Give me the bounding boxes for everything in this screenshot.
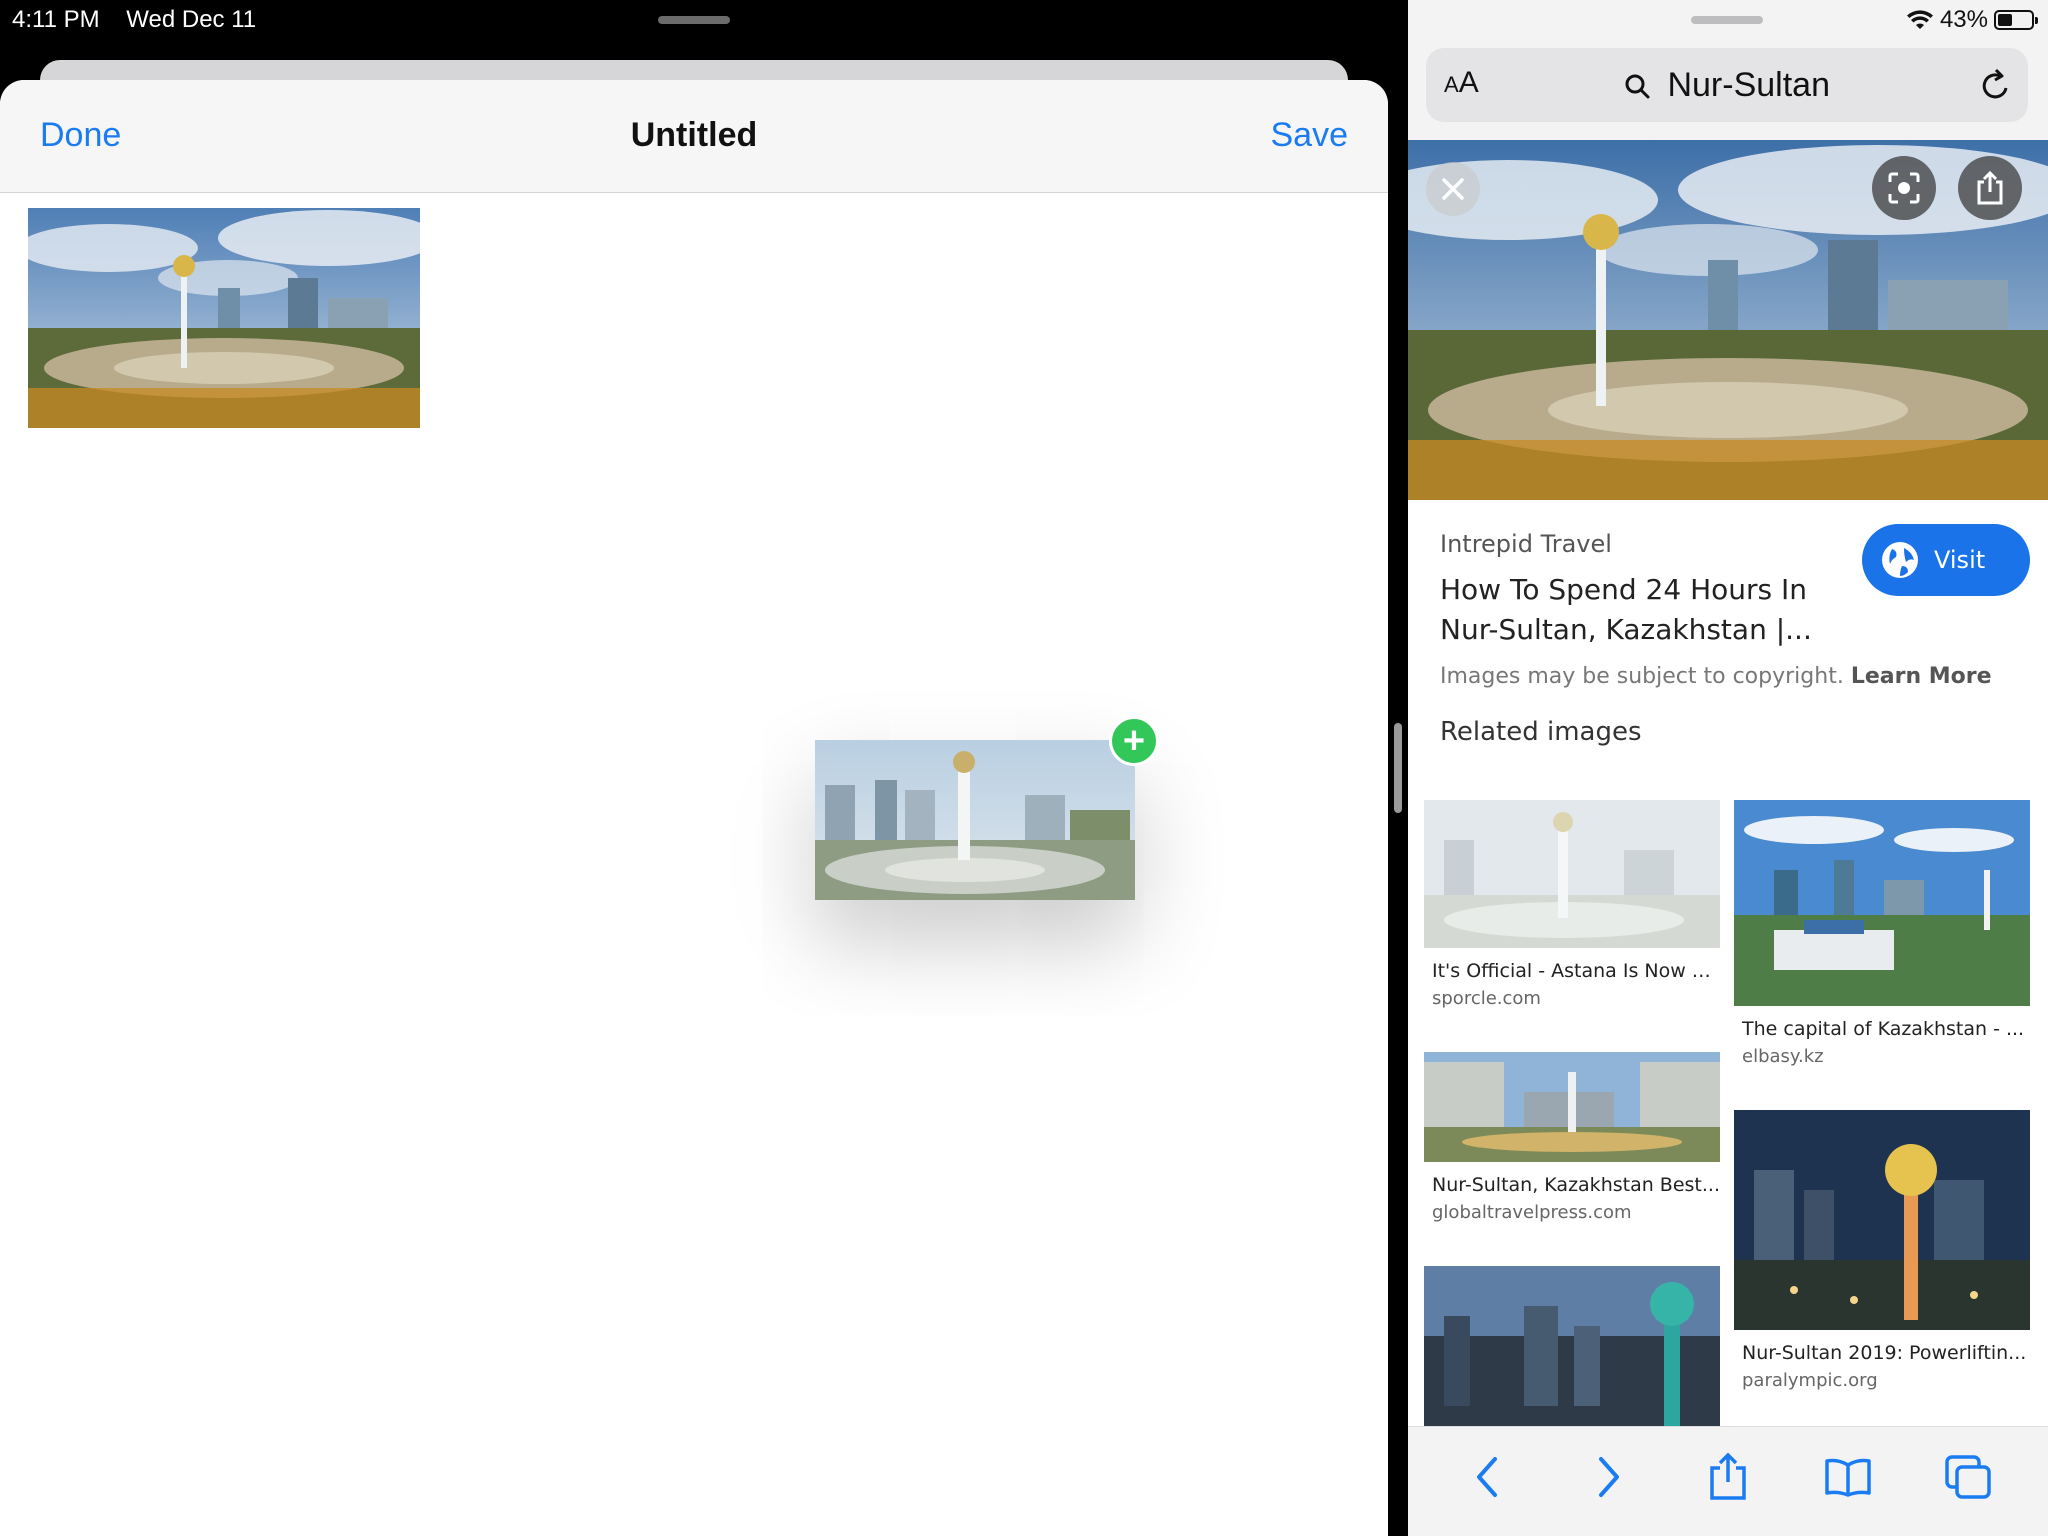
globe-icon	[1882, 542, 1918, 578]
related-item[interactable]: It's Official - Astana Is Now C... sporc…	[1424, 800, 1720, 1009]
bookmarks-button[interactable]	[1818, 1447, 1878, 1507]
share-button[interactable]	[1698, 1447, 1758, 1507]
related-caption: Nur-Sultan, Kazakhstan Best...	[1432, 1174, 1720, 1196]
copyright-notice: Images may be subject to copyright. Lear…	[1440, 664, 2030, 689]
chevron-left-icon	[1477, 1456, 1497, 1497]
url-text: Nur-Sultan	[1667, 66, 1830, 104]
related-caption: The capital of Kazakhstan - ...	[1742, 1018, 2025, 1040]
related-domain: paralympic.org	[1742, 1370, 1878, 1391]
battery-level	[1998, 14, 2012, 26]
copyright-text: Images may be subject to copyright.	[1440, 664, 1844, 689]
related-caption: Nur-Sultan 2019: Powerliftin...	[1742, 1342, 2027, 1364]
related-heading: Related images	[1440, 717, 1642, 747]
visit-button[interactable]: Visit	[1862, 524, 2030, 596]
page-title: Untitled	[630, 116, 758, 154]
reload-icon[interactable]	[1978, 64, 2014, 104]
related-thumbnail	[1424, 1052, 1720, 1162]
address-toolbar: AA Nur-Sultan	[1408, 40, 2048, 140]
reader-options-button[interactable]: AA	[1444, 66, 1479, 100]
chevron-right-icon	[1599, 1456, 1619, 1497]
result-headline[interactable]: How To Spend 24 Hours In Nur-Sultan, Kaz…	[1440, 570, 1840, 650]
related-item[interactable]	[1424, 1266, 1720, 1426]
status-date: Wed Dec 11	[126, 6, 257, 33]
close-icon	[1442, 178, 1464, 200]
done-button[interactable]: Done	[40, 116, 121, 155]
status-time: 4:11 PM	[12, 6, 100, 33]
battery-percent: 43%	[1939, 6, 1988, 33]
multitasking-handle-right[interactable]	[1691, 16, 1763, 24]
split-view-divider[interactable]	[1394, 723, 1402, 813]
lens-icon	[1888, 172, 1920, 204]
lens-button[interactable]	[1872, 156, 1936, 220]
address-bar[interactable]: AA Nur-Sultan	[1426, 48, 2028, 122]
related-thumbnail	[1734, 1110, 2030, 1330]
share-icon	[1977, 170, 2003, 205]
learn-more-link[interactable]: Learn More	[1851, 664, 1992, 689]
book-icon	[1825, 1458, 1871, 1497]
tabs-button[interactable]	[1938, 1447, 1998, 1507]
image-preview[interactable]	[1408, 140, 2048, 500]
sheet-nav-bar: Done Untitled Save	[0, 80, 1388, 193]
related-thumbnail	[1424, 1266, 1720, 1426]
back-button[interactable]	[1458, 1447, 1518, 1507]
forward-button[interactable]	[1578, 1447, 1638, 1507]
image-info: Intrepid Travel How To Spend 24 Hours In…	[1440, 524, 2030, 747]
related-domain: globaltravelpress.com	[1432, 1202, 1632, 1223]
status-bar-right: 43%	[1408, 0, 2048, 40]
safari-pane: 43% AA Nur-Sultan Intrepid Travel How To…	[1408, 0, 2048, 1536]
notes-pane: 4:11 PM Wed Dec 11 Done Untitled Save +	[0, 0, 1388, 1536]
multitasking-handle[interactable]	[658, 16, 730, 24]
related-item[interactable]: Nur-Sultan 2019: Powerliftin... paralymp…	[1734, 1110, 2030, 1391]
related-item[interactable]: Nur-Sultan, Kazakhstan Best... globaltra…	[1424, 1052, 1720, 1223]
related-item[interactable]: The capital of Kazakhstan - ... elbasy.k…	[1734, 800, 2030, 1067]
related-domain: sporcle.com	[1432, 988, 1541, 1009]
share-icon	[1710, 1452, 1746, 1500]
status-bar: 4:11 PM Wed Dec 11	[12, 6, 276, 34]
save-button[interactable]: Save	[1271, 116, 1349, 155]
visit-label: Visit	[1934, 546, 1986, 574]
note-image[interactable]	[28, 208, 420, 428]
dragged-image-preview[interactable]	[815, 740, 1135, 900]
close-preview-button[interactable]	[1426, 162, 1480, 216]
related-caption: It's Official - Astana Is Now C...	[1432, 960, 1720, 982]
share-image-button[interactable]	[1958, 156, 2022, 220]
add-badge-icon: +	[1109, 716, 1159, 766]
search-icon	[1625, 74, 1650, 99]
wifi-icon	[1906, 10, 1933, 29]
related-thumbnail	[1424, 800, 1720, 948]
tabs-icon	[1945, 1454, 1991, 1499]
related-thumbnail	[1734, 800, 2030, 1006]
bottom-toolbar	[1408, 1426, 2048, 1536]
related-domain: elbasy.kz	[1742, 1046, 1824, 1067]
battery-icon	[1994, 10, 2038, 30]
